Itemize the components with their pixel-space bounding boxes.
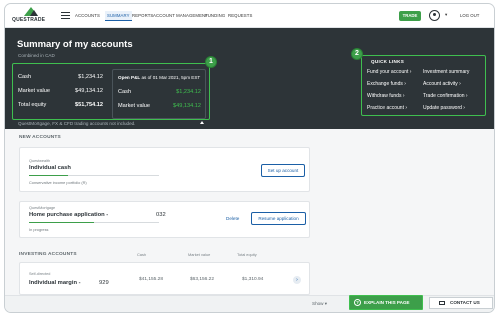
account-type: Self-directed (29, 272, 51, 276)
bottom-bar: Show ▾ ? EXPLAIN THIS PAGE CONTACT US (5, 295, 494, 312)
application-progress-bar (29, 222, 159, 224)
nav-summary[interactable]: SUMMARY (105, 11, 132, 21)
total-equity-label: Total equity (18, 102, 47, 108)
provider-label: QuestMortgage (29, 206, 56, 210)
cash-label: Cash (18, 74, 32, 80)
mortgage-application-card: QuestMortgage Home purchase application … (19, 201, 310, 238)
menu-icon[interactable] (61, 12, 70, 20)
account-name: Individual margin - (29, 280, 81, 286)
nav-reports[interactable]: REPORTS (132, 13, 153, 18)
pnl-market-value-value: $49,134.12 (173, 103, 201, 109)
provider-label: Questwealth (29, 159, 51, 163)
open-pnl-header: Open P&L as of 01 Mar 2021, 5pm EST (118, 75, 201, 80)
collapse-caret-icon[interactable] (200, 121, 204, 124)
new-accounts-heading: NEW ACCOUNTS (19, 135, 61, 140)
top-navigation: QUESTRADE ACCOUNTS SUMMARY REPORTS ACCOU… (5, 4, 494, 28)
chevron-right-icon[interactable]: › (293, 276, 301, 284)
account-number: 929 (99, 280, 109, 286)
market-value: $63,156.22 (190, 277, 215, 282)
open-pnl-box: Open P&L as of 01 Mar 2021, 5pm EST Cash… (112, 69, 206, 119)
application-name: Home purchase application - (29, 212, 109, 218)
summary-footnote: QuestMortgage, FX & CFD trading accounts… (18, 121, 136, 126)
contact-us-button[interactable]: CONTACT US (429, 297, 493, 309)
column-cash: Cash (137, 252, 147, 257)
quick-links-title: QUICK LINKS (371, 59, 405, 64)
set-up-account-button[interactable]: Set up account (261, 164, 305, 177)
delete-link[interactable]: Delete (226, 216, 239, 221)
logout-link[interactable]: LOG OUT (460, 13, 479, 18)
badge-2: 2 (351, 48, 363, 60)
new-account-card: Questwealth Individual cash Conservative… (19, 147, 310, 192)
pnl-cash-label: Cash (118, 89, 132, 95)
application-number: 032 (156, 212, 166, 218)
app-window: QUESTRADE ACCOUNTS SUMMARY REPORTS ACCOU… (4, 3, 495, 313)
nav-requests[interactable]: REQUESTS (228, 13, 252, 18)
column-total-equity: Total equity (237, 252, 257, 257)
resume-application-button[interactable]: Resume application (251, 212, 306, 225)
investing-accounts-heading: INVESTING ACCOUNTS (19, 252, 77, 257)
pnl-market-value-label: Market value (118, 103, 151, 109)
page-title: Summary of my accounts (17, 39, 133, 50)
quick-link-fund[interactable]: Fund your account › (367, 69, 411, 75)
chat-icon (439, 301, 445, 305)
quick-link-exchange[interactable]: Exchange funds › (367, 81, 406, 87)
summary-panel: Summary of my accounts Combined in CAD 1… (5, 28, 494, 129)
application-status: In progress (29, 227, 49, 232)
explain-label: EXPLAIN THIS PAGE (364, 300, 410, 305)
cash-value: $41,155.28 (139, 277, 164, 282)
quick-link-activity[interactable]: Account activity › (423, 81, 461, 87)
contact-label: CONTACT US (450, 300, 480, 305)
portfolio-description: Conservative income portfolio (R) (29, 180, 87, 185)
market-value-label: Market value (18, 88, 51, 94)
quick-link-withdraw[interactable]: Withdraw funds › (367, 93, 405, 99)
badge-1: 1 (205, 56, 217, 68)
total-equity-value: $51,754.12 (75, 102, 103, 108)
currency-note: Combined in CAD (18, 53, 55, 58)
market-value-value: $49,134.12 (75, 88, 103, 94)
column-market-value: Market value (188, 252, 211, 257)
logo-mark-icon-inner (30, 10, 38, 16)
setup-progress-bar (29, 175, 159, 177)
show-dropdown[interactable]: Show ▾ (312, 301, 327, 307)
pnl-cash-value: $1,234.12 (176, 89, 201, 95)
explain-this-page-button[interactable]: ? EXPLAIN THIS PAGE (349, 295, 423, 310)
chevron-down-icon[interactable]: ▾ (445, 12, 447, 18)
question-icon: ? (354, 299, 361, 306)
account-name: Individual cash (29, 165, 71, 171)
cash-value: $1,234.12 (78, 74, 103, 80)
quick-link-trade-confirmation[interactable]: Trade confirmation › (423, 93, 468, 99)
nav-accounts[interactable]: ACCOUNTS (75, 13, 100, 18)
questrade-logo[interactable]: QUESTRADE (12, 7, 52, 25)
quick-link-investment-summary[interactable]: Investment summary (423, 69, 469, 75)
nav-funding[interactable]: FUNDING (205, 13, 225, 18)
total-equity: $1,310.94 (242, 277, 264, 282)
quick-link-practice[interactable]: Practice account › (367, 105, 407, 111)
quick-link-update-password[interactable]: Update password › (423, 105, 465, 111)
trade-button[interactable]: TRADE (399, 11, 421, 21)
logo-wordmark: QUESTRADE (12, 17, 46, 23)
nav-account-management[interactable]: ACCOUNT MANAGEMENT (153, 13, 208, 18)
investing-account-row[interactable]: Self-directed Individual margin - 929 $4… (19, 262, 310, 295)
user-avatar-icon[interactable] (429, 10, 440, 21)
